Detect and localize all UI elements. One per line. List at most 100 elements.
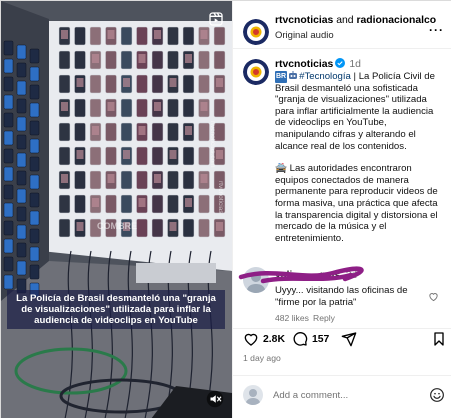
phone-device xyxy=(167,26,179,46)
video-player[interactable]: COMBRE rtvcnoticias rtvcnoticias.com La Po… xyxy=(1,1,232,418)
share-action[interactable] xyxy=(341,331,361,347)
caption-timestamp: 1d xyxy=(349,59,361,70)
rack-phone xyxy=(29,48,40,64)
phone-device xyxy=(120,194,133,214)
phone-device xyxy=(120,122,133,142)
phone-device xyxy=(198,146,210,166)
rack-phone xyxy=(3,112,14,128)
rack-phone xyxy=(3,148,14,164)
rack-phone xyxy=(16,224,27,240)
account-avatar[interactable] xyxy=(243,19,269,45)
add-comment-divider xyxy=(233,375,451,376)
phone-screen-glow xyxy=(216,222,223,231)
phone-device xyxy=(136,98,148,118)
phone-screen-glow xyxy=(61,174,68,183)
rack-phone xyxy=(29,120,40,136)
heart-icon[interactable] xyxy=(243,331,259,347)
phone-device xyxy=(136,170,148,190)
like-action[interactable]: 2.8K xyxy=(243,331,285,347)
watermark-vertical-left: rtvcnoticias xyxy=(217,181,224,214)
rack-phone xyxy=(29,102,40,118)
rack-phone xyxy=(29,84,40,100)
phone-device xyxy=(213,26,226,46)
comment-bubble-icon[interactable] xyxy=(292,331,308,347)
post-authors: rtvcnoticias and radionacionalco xyxy=(275,15,436,26)
audio-link[interactable]: Original audio xyxy=(275,30,334,41)
phone-screen-glow xyxy=(76,78,84,87)
rack-phone xyxy=(16,260,27,276)
phone-screen-glow xyxy=(76,150,84,159)
hashtag-link[interactable]: #Tecnología xyxy=(299,71,351,82)
caption-header: rtvcnoticias 1d xyxy=(275,58,361,70)
like-count: 2.8K xyxy=(263,333,285,345)
phone-device xyxy=(105,194,117,214)
post-date[interactable]: 1 day ago xyxy=(243,353,281,363)
rack-phone xyxy=(16,116,27,132)
phone-screen-glow xyxy=(138,198,146,207)
bookmark-icon[interactable] xyxy=(431,331,447,347)
phone-device xyxy=(167,122,179,142)
rack-phone xyxy=(16,134,27,150)
rack-phone xyxy=(16,80,27,96)
phone-device xyxy=(182,26,195,46)
save-action[interactable] xyxy=(431,331,451,347)
comment-username[interactable]: yuli_____mas xyxy=(275,270,340,281)
rack-phone xyxy=(3,166,14,182)
account-link[interactable]: rtvcnoticias xyxy=(275,15,333,26)
comment-action[interactable]: 157 xyxy=(292,331,329,347)
add-comment-input[interactable] xyxy=(273,387,413,403)
comment-likes[interactable]: 482 likes xyxy=(275,313,309,323)
phone-screen-glow xyxy=(154,102,161,111)
phone-device xyxy=(58,218,71,238)
phone-device xyxy=(198,122,210,142)
phone-device xyxy=(89,26,102,46)
phone-device xyxy=(120,26,133,46)
emoji-picker-icon[interactable] xyxy=(429,387,445,403)
comment-timestamp: 2d xyxy=(345,270,357,281)
commenter-avatar[interactable] xyxy=(243,267,269,293)
phone-screen-glow xyxy=(200,174,208,183)
phone-device xyxy=(151,218,164,238)
phone-device xyxy=(105,122,117,142)
comments-scroll-area[interactable]: rtvcnoticias 1d BR #Tecnología | La Policí… xyxy=(233,49,451,329)
phone-screen-glow xyxy=(138,126,146,135)
mute-icon[interactable] xyxy=(206,390,224,408)
more-options-icon[interactable]: ··· xyxy=(429,23,444,37)
rack-phone xyxy=(3,274,14,290)
phone-screen-glow xyxy=(216,150,223,159)
phone-device xyxy=(198,74,210,94)
post-header: rtvcnoticias and radionacionalco Origina… xyxy=(233,11,451,47)
flag-br-badge: BR xyxy=(275,71,288,83)
phone-device xyxy=(120,170,133,190)
phone-screen-glow xyxy=(107,174,115,183)
phone-device xyxy=(182,170,195,190)
caption-paragraph: 🚔 Las autoridades encontraron equipos co… xyxy=(275,163,443,244)
add-comment-bar xyxy=(233,377,451,413)
phone-device xyxy=(105,146,117,166)
caption-username[interactable]: rtvcnoticias xyxy=(275,59,333,70)
comment-like-heart-icon[interactable] xyxy=(428,291,439,302)
rack-phone xyxy=(29,192,40,208)
phone-device xyxy=(74,194,86,214)
phone-screen-glow xyxy=(185,126,192,135)
coauthor-link[interactable]: radionacionalco xyxy=(356,15,436,26)
phone-screen-glow xyxy=(92,54,99,63)
phone-screen-glow xyxy=(154,174,161,183)
phone-device xyxy=(89,170,102,190)
rack-phone xyxy=(29,246,40,262)
rack-phone xyxy=(16,206,27,222)
phone-device xyxy=(58,50,71,70)
post-modal: COMBRE rtvcnoticias rtvcnoticias.com La Po… xyxy=(0,0,451,418)
phone-device xyxy=(136,146,148,166)
comment-reply-button[interactable]: Reply xyxy=(313,313,335,323)
phone-device xyxy=(136,218,148,238)
phone-screen-glow xyxy=(123,150,130,159)
watermark-vertical-right: rtvcnoticias.com xyxy=(209,121,216,168)
caption-avatar[interactable] xyxy=(243,59,269,85)
phone-device xyxy=(74,26,86,46)
rtvc-logo-icon xyxy=(243,19,269,45)
caption-body: BR #Tecnología | La Policía Civil de Bras… xyxy=(275,71,443,255)
caption-paragraph-1: | La Policía Civil de Brasil desmanteló … xyxy=(275,71,435,152)
share-send-icon[interactable] xyxy=(341,331,357,347)
rack-phone xyxy=(3,184,14,200)
